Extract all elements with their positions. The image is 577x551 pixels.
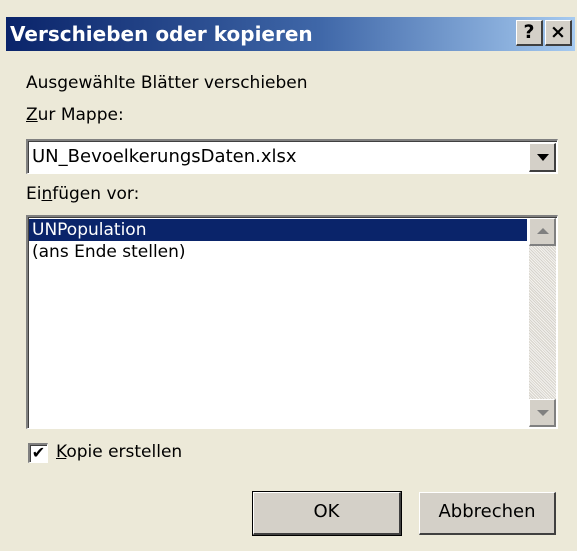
workbook-value: UN_BevoelkerungsDaten.xlsx [32,146,297,167]
workbook-label-text: ur Mappe: [37,105,124,125]
dialog-title: Verschieben oder kopieren [10,22,313,46]
workbook-label-mnemonic: Z [26,105,38,125]
copy-checkbox[interactable]: ✔ [28,443,48,463]
title-bar[interactable]: Verschieben oder kopieren ? × [6,17,575,51]
help-button[interactable]: ? [516,20,543,46]
copy-label-mnemonic: K [56,442,67,462]
scroll-down-icon [537,410,549,416]
heading-label: Ausgewählte Blätter verschieben [26,73,308,93]
listbox-scrollbar[interactable] [529,218,556,427]
cancel-button[interactable]: Abbrechen [419,492,556,535]
scroll-up-icon [537,228,549,234]
list-item-end[interactable]: (ans Ende stellen) [29,241,527,263]
scroll-up-button[interactable] [529,218,556,246]
copy-label[interactable]: Kopie erstellen [56,442,182,462]
ok-button[interactable]: OK [252,491,402,536]
sheet-list: UNPopulation (ans Ende stellen) [29,219,527,263]
list-item-unpopulation[interactable]: UNPopulation [29,219,527,241]
close-button[interactable]: × [545,20,572,46]
move-copy-dialog: Verschieben oder kopieren ? × Ausgewählt… [0,0,577,551]
workbook-combobox[interactable]: UN_BevoelkerungsDaten.xlsx [26,139,558,174]
workbook-label: Zur Mappe: [26,105,124,125]
chevron-down-icon [537,154,549,161]
scroll-down-button[interactable] [529,399,556,427]
insert-before-label: Einfügen vor: [26,184,140,204]
workbook-dropdown-button[interactable] [529,143,556,172]
copy-label-text: opie erstellen [66,442,183,462]
insert-before-mnemonic: n [41,184,53,204]
insert-before-listbox[interactable]: UNPopulation (ans Ende stellen) [26,215,558,429]
